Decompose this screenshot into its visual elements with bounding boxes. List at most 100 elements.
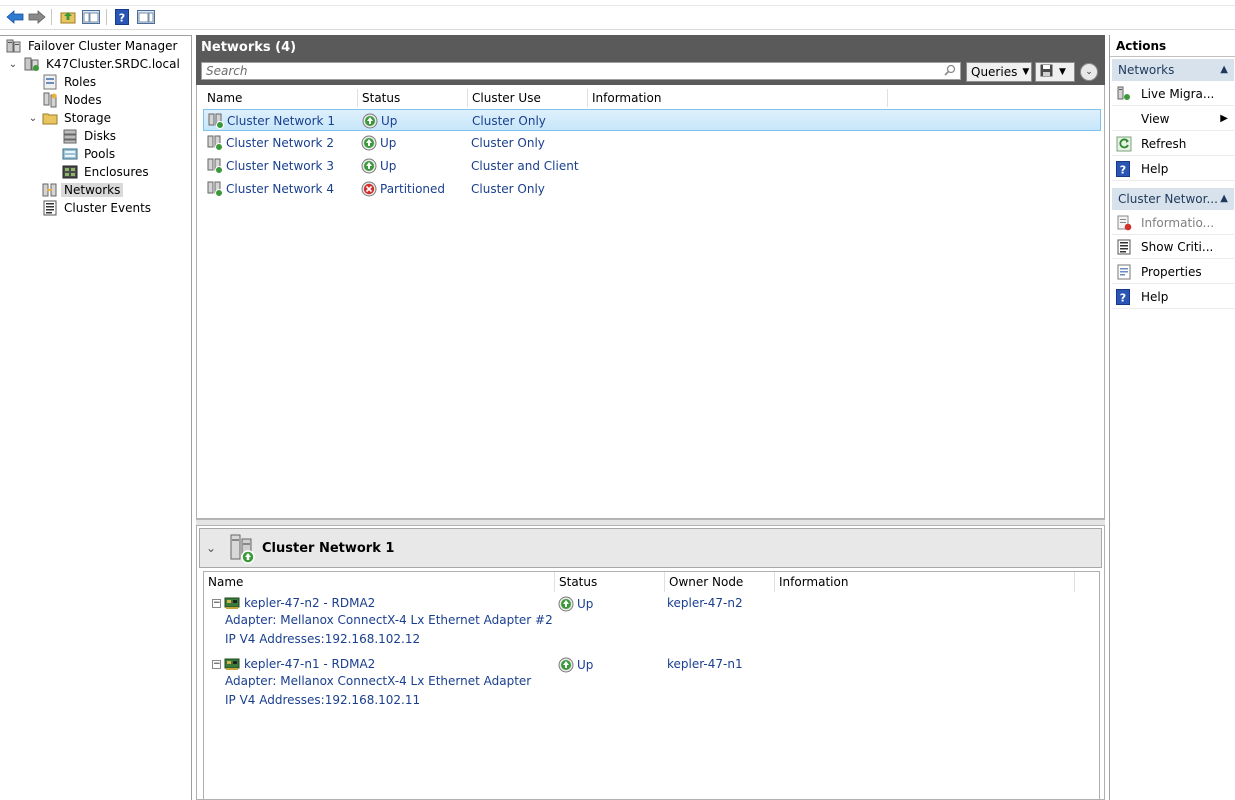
collapse-icon[interactable]: − (212, 599, 221, 608)
tree-item-disks[interactable]: Disks (62, 127, 119, 145)
column-header-name[interactable]: Name (204, 572, 555, 592)
save-query-button[interactable]: ▼ (1035, 62, 1075, 82)
tree-label: Enclosures (84, 165, 149, 179)
tree-item-cluster[interactable]: K47Cluster.SRDC.local (24, 55, 183, 73)
cluster-use-cell: Cluster Only (471, 182, 545, 196)
interface-name[interactable]: kepler-47-n2 - RDMA2 (244, 596, 375, 610)
interface-adapter: Adapter: Mellanox ConnectX-4 Lx Ethernet… (225, 674, 532, 688)
toolbar: ? (0, 0, 1235, 30)
chevron-down-icon: ▼ (1022, 67, 1030, 77)
svg-text:?: ? (1120, 163, 1126, 176)
action-label: Informatio... (1141, 215, 1215, 230)
help-icon[interactable]: ? (112, 8, 132, 26)
column-header-information[interactable]: Information (588, 89, 888, 107)
section-label: Cluster Networ... (1118, 192, 1218, 206)
tree-label: K47Cluster.SRDC.local (46, 57, 180, 71)
nodes-icon (42, 92, 58, 108)
network-interfaces-list: Name Status Owner Node Information − kep… (203, 571, 1100, 800)
status-cell: Up (558, 657, 593, 673)
save-icon (1040, 64, 1053, 80)
tree-item-storage[interactable]: Storage (42, 109, 114, 127)
column-header-owner-node[interactable]: Owner Node (665, 572, 775, 592)
chevron-down-icon[interactable]: ⌄ (28, 113, 38, 124)
network-icon (207, 181, 223, 197)
tree-item-failover-cluster-manager[interactable]: Failover Cluster Manager (6, 37, 180, 55)
tree-label: Failover Cluster Manager (28, 39, 178, 53)
interface-name[interactable]: kepler-47-n1 - RDMA2 (244, 657, 375, 671)
action-live-migration[interactable]: Live Migra... (1112, 82, 1234, 106)
status-text: Up (380, 136, 397, 150)
name-cell: Cluster Network 4 (207, 181, 334, 197)
tree-item-pools[interactable]: Pools (62, 145, 118, 163)
action-label: View (1141, 111, 1170, 126)
actions-section-cluster-network[interactable]: Cluster Networ... ▲ (1112, 188, 1234, 210)
status-text: Up (577, 597, 594, 611)
svg-text:?: ? (1120, 291, 1126, 304)
actions-header: Actions (1110, 35, 1235, 57)
collapse-icon[interactable]: − (212, 660, 221, 669)
search-input[interactable]: Search (201, 62, 961, 80)
cluster-manager-icon (6, 38, 22, 54)
action-label: Show Criti... (1141, 239, 1214, 254)
action-view[interactable]: View ▶ (1112, 107, 1234, 131)
column-header-status[interactable]: Status (555, 572, 665, 592)
properties-icon (1116, 264, 1132, 280)
expand-collapse-button[interactable]: ⌄ (1080, 63, 1098, 81)
tree-item-networks[interactable]: Networks (42, 181, 124, 199)
column-header-name[interactable]: Name (203, 89, 358, 107)
action-help[interactable]: ? Help (1112, 285, 1234, 309)
action-label: Refresh (1141, 136, 1187, 151)
tree-item-roles[interactable]: Roles (42, 73, 99, 91)
table-row[interactable]: Cluster Network 2 Up Cluster Only (203, 132, 1101, 154)
blank-icon (1116, 111, 1132, 127)
column-header-information[interactable]: Information (775, 572, 1075, 592)
pools-icon (62, 146, 78, 162)
cluster-events-icon (42, 200, 58, 216)
tree-item-nodes[interactable]: Nodes (42, 91, 105, 109)
table-row[interactable]: Cluster Network 4 Partitioned Cluster On… (203, 178, 1101, 200)
interface-adapter: Adapter: Mellanox ConnectX-4 Lx Ethernet… (225, 613, 553, 627)
status-error-icon (361, 181, 377, 197)
chevron-down-icon: ▼ (1059, 67, 1066, 77)
enclosures-icon (62, 164, 78, 180)
interface-ip: IP V4 Addresses:192.168.102.11 (225, 693, 421, 707)
action-label: Help (1141, 161, 1169, 176)
details-title: Cluster Network 1 (262, 541, 395, 556)
status-cell: Up (362, 113, 397, 129)
action-information[interactable]: Informatio... (1112, 211, 1234, 235)
chevron-down-icon[interactable]: ⌄ (8, 59, 18, 70)
network-adapter-icon (224, 657, 240, 674)
table-row[interactable]: Cluster Network 3 Up Cluster and Client (203, 155, 1101, 177)
network-adapter-icon (224, 596, 240, 613)
details-header: ⌄ Cluster Network 1 (199, 528, 1102, 568)
action-show-critical-events[interactable]: Show Criti... (1112, 235, 1234, 259)
search-icon[interactable] (944, 64, 956, 80)
svg-text:?: ? (119, 12, 125, 25)
table-row[interactable]: Cluster Network 1 Up Cluster Only (203, 109, 1101, 131)
action-refresh[interactable]: Refresh (1112, 132, 1234, 156)
navigation-tree: Failover Cluster Manager ⌄ K47Cluster.SR… (0, 35, 192, 800)
action-help[interactable]: ? Help (1112, 157, 1234, 181)
tree-item-cluster-events[interactable]: Cluster Events (42, 199, 154, 217)
column-header-cluster-use[interactable]: Cluster Use (468, 89, 588, 107)
actions-section-networks[interactable]: Networks ▲ (1112, 59, 1234, 81)
show-hide-tree-icon[interactable] (81, 8, 101, 26)
action-properties[interactable]: Properties (1112, 260, 1234, 284)
column-header-status[interactable]: Status (358, 89, 468, 107)
queries-button[interactable]: Queries ▼ (966, 62, 1032, 82)
show-hide-action-icon[interactable] (136, 8, 156, 26)
up-folder-icon[interactable] (58, 8, 78, 26)
network-name: Cluster Network 4 (226, 182, 334, 196)
queries-label: Queries (971, 65, 1018, 79)
name-cell: Cluster Network 1 (208, 113, 335, 129)
status-up-icon (361, 158, 377, 174)
back-icon[interactable] (5, 8, 25, 26)
chevron-down-icon[interactable]: ⌄ (206, 541, 216, 555)
tree-item-enclosures[interactable]: Enclosures (62, 163, 152, 181)
cluster-use-cell: Cluster and Client (471, 159, 579, 173)
status-text: Up (577, 658, 594, 672)
networks-icon (42, 182, 58, 198)
forward-icon[interactable] (27, 8, 47, 26)
status-cell: Up (558, 596, 593, 612)
search-bar: Search Queries ▼ ▼ ⌄ (196, 59, 1105, 85)
